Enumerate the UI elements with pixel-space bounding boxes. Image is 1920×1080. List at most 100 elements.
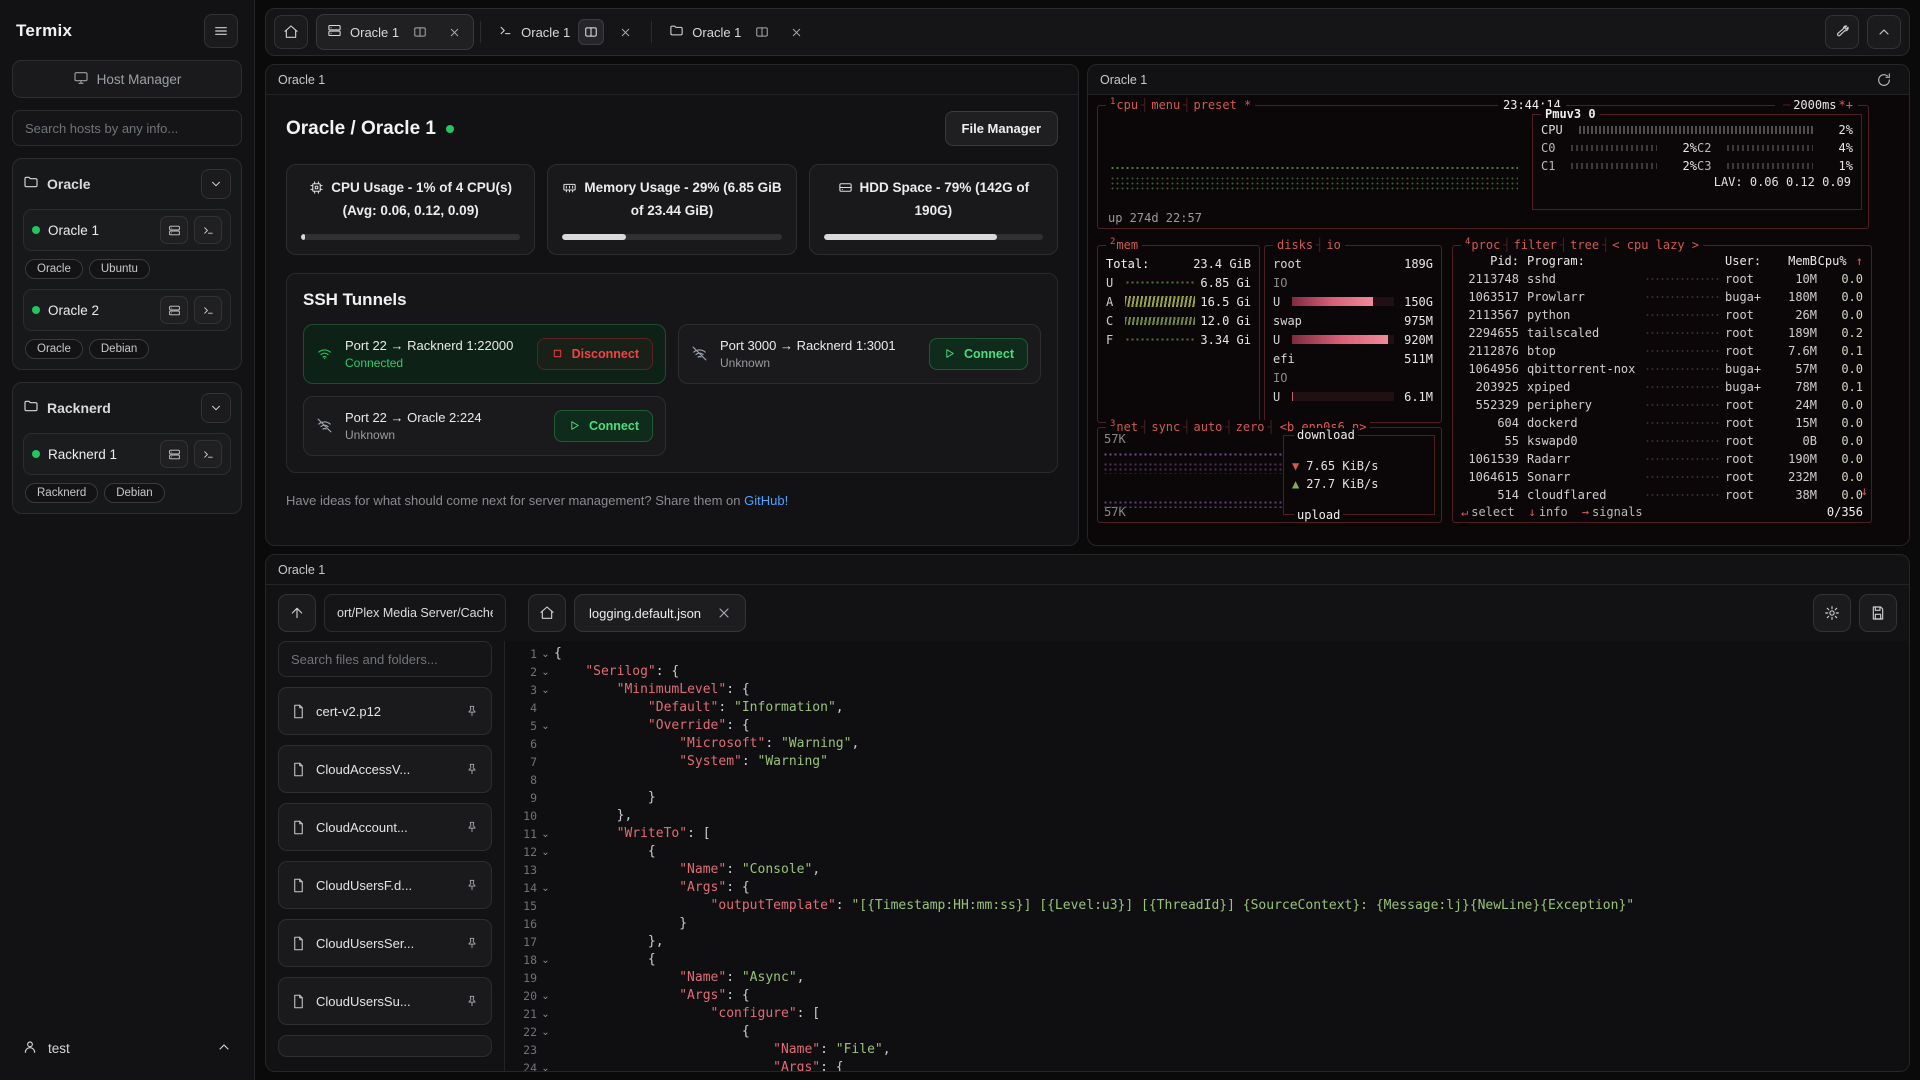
pin-icon[interactable] (465, 704, 479, 718)
folder-header[interactable]: Oracle (23, 169, 231, 199)
fold-icon[interactable]: ⌄ (537, 1009, 554, 1020)
close-file-button[interactable] (711, 600, 737, 626)
folder-collapse-button[interactable] (201, 393, 231, 423)
tools-button[interactable] (1825, 15, 1859, 49)
fold-icon[interactable]: ⌄ (537, 721, 554, 732)
path-input[interactable] (324, 594, 506, 632)
box-menu-item[interactable]: preset * (1193, 98, 1251, 112)
terminal-display[interactable]: 1cpu┤menu┤preset *23:44:14─2000ms*+up 27… (1088, 95, 1909, 545)
user-menu[interactable]: test (12, 1031, 242, 1066)
sidebar-menu-button[interactable] (204, 14, 238, 48)
list-item[interactable]: CloudUsersSu... (278, 977, 492, 1025)
pin-icon[interactable] (465, 936, 479, 950)
footer-key[interactable]: →signals (1582, 505, 1643, 519)
box-menu-item[interactable]: filter (1514, 238, 1557, 252)
host-terminal-button[interactable] (194, 296, 222, 324)
footer-key[interactable]: ↓info (1529, 505, 1568, 519)
process-row[interactable]: 203925xpipedbuga+78M0.1 (1453, 378, 1871, 396)
list-item[interactable]: cert-v2.p12 (278, 687, 492, 735)
host-stats-button[interactable] (160, 440, 188, 468)
fold-icon[interactable]: ⌄ (537, 847, 554, 858)
box-menu-item[interactable]: < cpu lazy > (1612, 238, 1699, 252)
fold-icon[interactable]: ⌄ (537, 667, 554, 678)
list-item[interactable]: CloudAccessV... (278, 745, 492, 793)
tunnel-connect-button[interactable]: Connect (929, 338, 1028, 370)
box-menu-item[interactable]: tree (1570, 238, 1599, 252)
fold-icon[interactable]: ⌄ (537, 1063, 554, 1072)
list-item-partial[interactable] (278, 1035, 492, 1057)
box-menu-item[interactable]: cpu (1116, 98, 1138, 112)
host-item[interactable]: Racknerd 1 (23, 433, 231, 475)
host-terminal-button[interactable] (194, 216, 222, 244)
file-manager-button[interactable]: File Manager (945, 111, 1058, 146)
fold-icon[interactable]: ⌄ (537, 649, 554, 660)
tab-split-button[interactable] (749, 19, 775, 45)
tab-rows[interactable]: Oracle 1 (316, 14, 474, 50)
process-row[interactable]: 2112876btoproot7.6M0.1 (1453, 342, 1871, 360)
tab-split-button[interactable] (407, 19, 433, 45)
code-editor[interactable]: 1⌄{2⌄ "Serilog": {3⌄ "MinimumLevel": {4 … (504, 641, 1909, 1071)
folder-header[interactable]: Racknerd (23, 393, 231, 423)
process-row[interactable]: 552329peripheryroot24M0.0 (1453, 396, 1871, 414)
process-row[interactable]: 604dockerdroot15M0.0 (1453, 414, 1871, 432)
file-search-input[interactable] (278, 641, 492, 677)
box-menu-item[interactable]: disks (1277, 238, 1313, 252)
tab-close-button[interactable] (612, 19, 638, 45)
save-file-button[interactable] (1859, 594, 1897, 632)
fold-icon[interactable]: ⌄ (537, 685, 554, 696)
list-item[interactable]: CloudUsersSer... (278, 919, 492, 967)
box-menu-item[interactable]: sync (1151, 420, 1180, 434)
tunnel-disconnect-button[interactable]: Disconnect (537, 338, 653, 370)
open-file-tab[interactable]: logging.default.json (574, 594, 746, 632)
pin-icon[interactable] (465, 994, 479, 1008)
up-directory-button[interactable] (278, 594, 316, 632)
tunnel-connect-button[interactable]: Connect (554, 410, 653, 442)
process-row[interactable]: 514cloudflaredroot38M0.0 (1453, 486, 1871, 504)
collapse-button[interactable] (1867, 15, 1901, 49)
box-menu-item[interactable]: proc (1471, 238, 1500, 252)
host-terminal-button[interactable] (194, 440, 222, 468)
host-stats-button[interactable] (160, 216, 188, 244)
process-row[interactable]: 55kswapd0root0B0.0 (1453, 432, 1871, 450)
fold-icon[interactable]: ⌄ (537, 991, 554, 1002)
process-row[interactable]: 2113567pythonroot26M0.0 (1453, 306, 1871, 324)
process-row[interactable]: 2113748sshdroot10M0.0 (1453, 270, 1871, 288)
host-stats-button[interactable] (160, 296, 188, 324)
process-row[interactable]: 1061539Radarrroot190M0.0 (1453, 450, 1871, 468)
editor-home-button[interactable] (528, 594, 566, 632)
scroll-down-icon[interactable]: ↓ (1861, 484, 1868, 498)
host-item[interactable]: Oracle 2 (23, 289, 231, 331)
pin-icon[interactable] (465, 820, 479, 834)
tab-split-button[interactable] (578, 19, 604, 45)
tab-terminal[interactable]: Oracle 1 (487, 14, 645, 50)
process-row[interactable]: 2294655tailscaledroot189M0.2 (1453, 324, 1871, 342)
process-row[interactable]: 1064956qbittorrent-noxbuga+57M0.0 (1453, 360, 1871, 378)
github-link[interactable]: GitHub! (744, 493, 788, 508)
home-button[interactable] (274, 15, 308, 49)
box-menu-item[interactable]: io (1326, 238, 1340, 252)
process-row[interactable]: 1063517Prowlarrbuga+180M0.0 (1453, 288, 1871, 306)
host-manager-button[interactable]: Host Manager (12, 60, 242, 98)
pin-icon[interactable] (465, 762, 479, 776)
host-item[interactable]: Oracle 1 (23, 209, 231, 251)
tab-close-button[interactable] (441, 19, 467, 45)
box-menu-item[interactable]: auto (1193, 420, 1222, 434)
fold-icon[interactable]: ⌄ (537, 829, 554, 840)
box-menu-item[interactable]: zero (1236, 420, 1265, 434)
editor-settings-button[interactable] (1813, 594, 1851, 632)
box-menu-item[interactable]: menu (1151, 98, 1180, 112)
process-row[interactable]: 1064615Sonarrroot232M0.0 (1453, 468, 1871, 486)
folder-collapse-button[interactable] (201, 169, 231, 199)
tab-folder[interactable]: Oracle 1 (658, 14, 816, 50)
tab-close-button[interactable] (783, 19, 809, 45)
box-menu-item[interactable]: mem (1116, 238, 1138, 252)
fold-icon[interactable]: ⌄ (537, 883, 554, 894)
list-item[interactable]: CloudUsersF.d... (278, 861, 492, 909)
footer-key[interactable]: ↵select (1461, 505, 1515, 519)
host-search-input[interactable] (12, 110, 242, 146)
refresh-button[interactable] (1871, 67, 1897, 93)
pin-icon[interactable] (465, 878, 479, 892)
fold-icon[interactable]: ⌄ (537, 955, 554, 966)
list-item[interactable]: CloudAccount... (278, 803, 492, 851)
fold-icon[interactable]: ⌄ (537, 1027, 554, 1038)
